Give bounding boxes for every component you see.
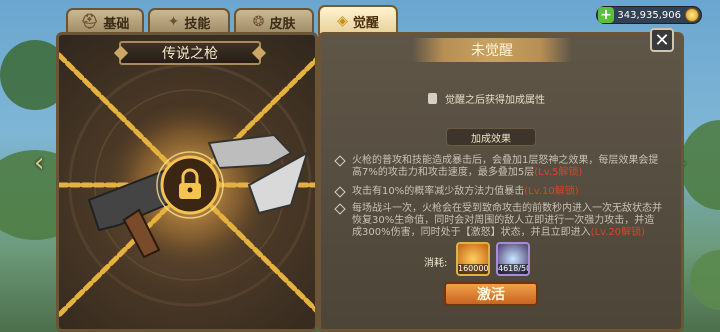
effect-item: 火枪的普攻和技能造成暴击后，会叠加1层怒神之效果，每层效果会提高7%的攻击力和攻… bbox=[334, 155, 664, 179]
currency-bar: + 343,935,906 bbox=[596, 6, 702, 24]
weapon-illustration bbox=[59, 52, 315, 318]
weapon-name: 传说之枪 bbox=[162, 46, 218, 62]
gold-item-icon[interactable]: 160000 bbox=[456, 242, 490, 276]
effect-item: 攻击有10%的概率减少敌方法力值暴击(Lv.10解锁) bbox=[334, 186, 664, 198]
item-count: 160000 bbox=[458, 264, 489, 274]
skill-icon: ✦ bbox=[167, 14, 180, 30]
weapon-panel: 传说之枪 bbox=[56, 32, 318, 332]
diamond-bullet-icon bbox=[334, 203, 346, 215]
effect-unlock-level: (Lv.20解锁) bbox=[590, 227, 646, 238]
skin-icon: ❂ bbox=[252, 14, 265, 30]
game-scene: ⛑ 基础 ✦ 技能 ❂ 皮肤 ◈ 觉醒 + 343,935,906 传说之枪 ‹… bbox=[0, 0, 720, 332]
gold-coin-icon bbox=[685, 8, 699, 22]
helmet-icon: ⛑ bbox=[80, 14, 99, 30]
effect-unlock-level: (Lv.5解锁) bbox=[534, 167, 583, 178]
awaken-status-banner: 未觉醒 bbox=[412, 38, 572, 62]
effect-item: 每场战斗一次，火枪会在受到致命攻击的前数秒内进入一次无敌状态并恢复30%生命值，… bbox=[334, 203, 664, 239]
section-title-text: 加成效果 bbox=[471, 133, 511, 145]
tab-label: 基础 bbox=[103, 16, 130, 32]
weapon-name-banner: 传说之枪 bbox=[113, 41, 267, 65]
tab-label: 技能 bbox=[184, 16, 211, 32]
item-count: 4618/500 bbox=[498, 264, 528, 274]
add-currency-button[interactable]: + bbox=[598, 7, 614, 23]
tab-skin[interactable]: ❂ 皮肤 bbox=[234, 8, 314, 34]
tab-label: 皮肤 bbox=[269, 16, 296, 32]
close-icon: ✕ bbox=[654, 29, 670, 51]
tab-basic[interactable]: ⛑ 基础 bbox=[66, 8, 144, 34]
diamond-bullet-icon bbox=[334, 186, 346, 198]
close-button[interactable]: ✕ bbox=[650, 28, 674, 52]
awaken-stone-icon[interactable]: 4618/500 bbox=[496, 242, 530, 276]
cost-label: 消耗: bbox=[424, 258, 448, 269]
effect-unlock-level: (Lv.10解锁) bbox=[524, 186, 579, 197]
effect-text: 火枪的普攻和技能造成暴击后，会叠加1层怒神之效果，每层效果会提高7%的攻击力和攻… bbox=[352, 155, 659, 178]
lock-hint: 觉醒之后获得加成属性 bbox=[428, 88, 558, 108]
tab-label: 觉醒 bbox=[352, 15, 379, 31]
tab-awaken[interactable]: ◈ 觉醒 bbox=[318, 5, 398, 35]
activate-button[interactable]: 激活 bbox=[444, 282, 538, 306]
activate-label: 激活 bbox=[477, 287, 505, 303]
bonus-section-title: 加成效果 bbox=[446, 128, 536, 146]
prev-arrow-button[interactable]: ‹ bbox=[34, 148, 44, 178]
tab-skills[interactable]: ✦ 技能 bbox=[148, 8, 230, 34]
awaken-status: 未觉醒 bbox=[471, 43, 513, 59]
diamond-bullet-icon bbox=[334, 155, 346, 167]
awaken-icon: ◈ bbox=[337, 13, 348, 29]
lock-hint-text: 觉醒之后获得加成属性 bbox=[445, 94, 545, 106]
currency-value: 343,935,906 bbox=[617, 9, 681, 21]
background-tree bbox=[690, 250, 720, 310]
lock-icon bbox=[156, 151, 224, 219]
padlock-icon bbox=[428, 92, 437, 104]
effect-text: 攻击有10%的概率减少敌方法力值暴击 bbox=[352, 186, 525, 197]
